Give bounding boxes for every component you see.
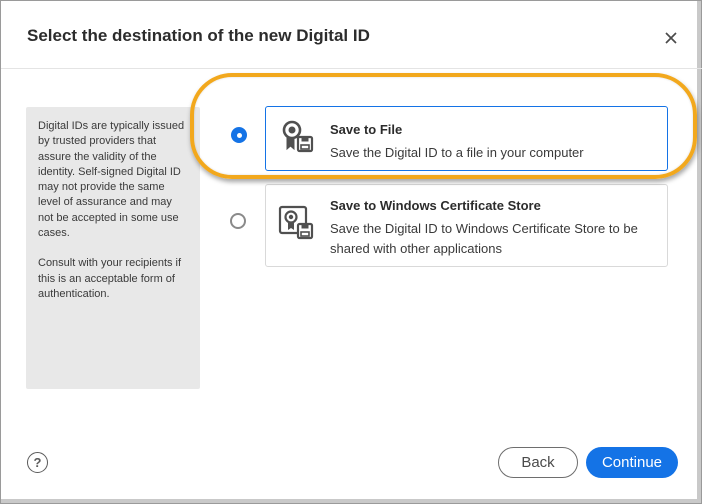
option-description: Save the Digital ID to Windows Certifica…: [330, 221, 638, 256]
certificate-file-icon: [282, 120, 314, 153]
continue-button[interactable]: Continue: [586, 447, 678, 478]
option-title: Save to File: [330, 122, 403, 137]
dialog-window: Select the destination of the new Digita…: [0, 0, 702, 504]
certificate-store-icon: [278, 205, 314, 240]
help-button[interactable]: ?: [27, 452, 48, 473]
info-paragraph-consult: Consult with your recipients if this is …: [38, 257, 182, 300]
option-save-to-windows-store[interactable]: Save to Windows Certificate Store Save t…: [265, 184, 668, 267]
close-icon: [665, 32, 677, 44]
close-button[interactable]: [660, 27, 682, 49]
dialog-header: Select the destination of the new Digita…: [1, 1, 702, 69]
dialog-title: Select the destination of the new Digita…: [27, 26, 370, 45]
radio-save-to-windows-store[interactable]: [230, 213, 246, 229]
back-button[interactable]: Back: [498, 447, 578, 478]
option-description: Save the Digital ID to a file in your co…: [330, 145, 584, 160]
option-save-to-file[interactable]: Save to File Save the Digital ID to a fi…: [265, 106, 668, 171]
radio-save-to-file[interactable]: [231, 127, 247, 143]
info-paragraph-trust: Digital IDs are typically issued by trus…: [38, 120, 185, 240]
option-title: Save to Windows Certificate Store: [330, 198, 541, 213]
info-panel: Digital IDs are typically issued by trus…: [26, 107, 200, 389]
